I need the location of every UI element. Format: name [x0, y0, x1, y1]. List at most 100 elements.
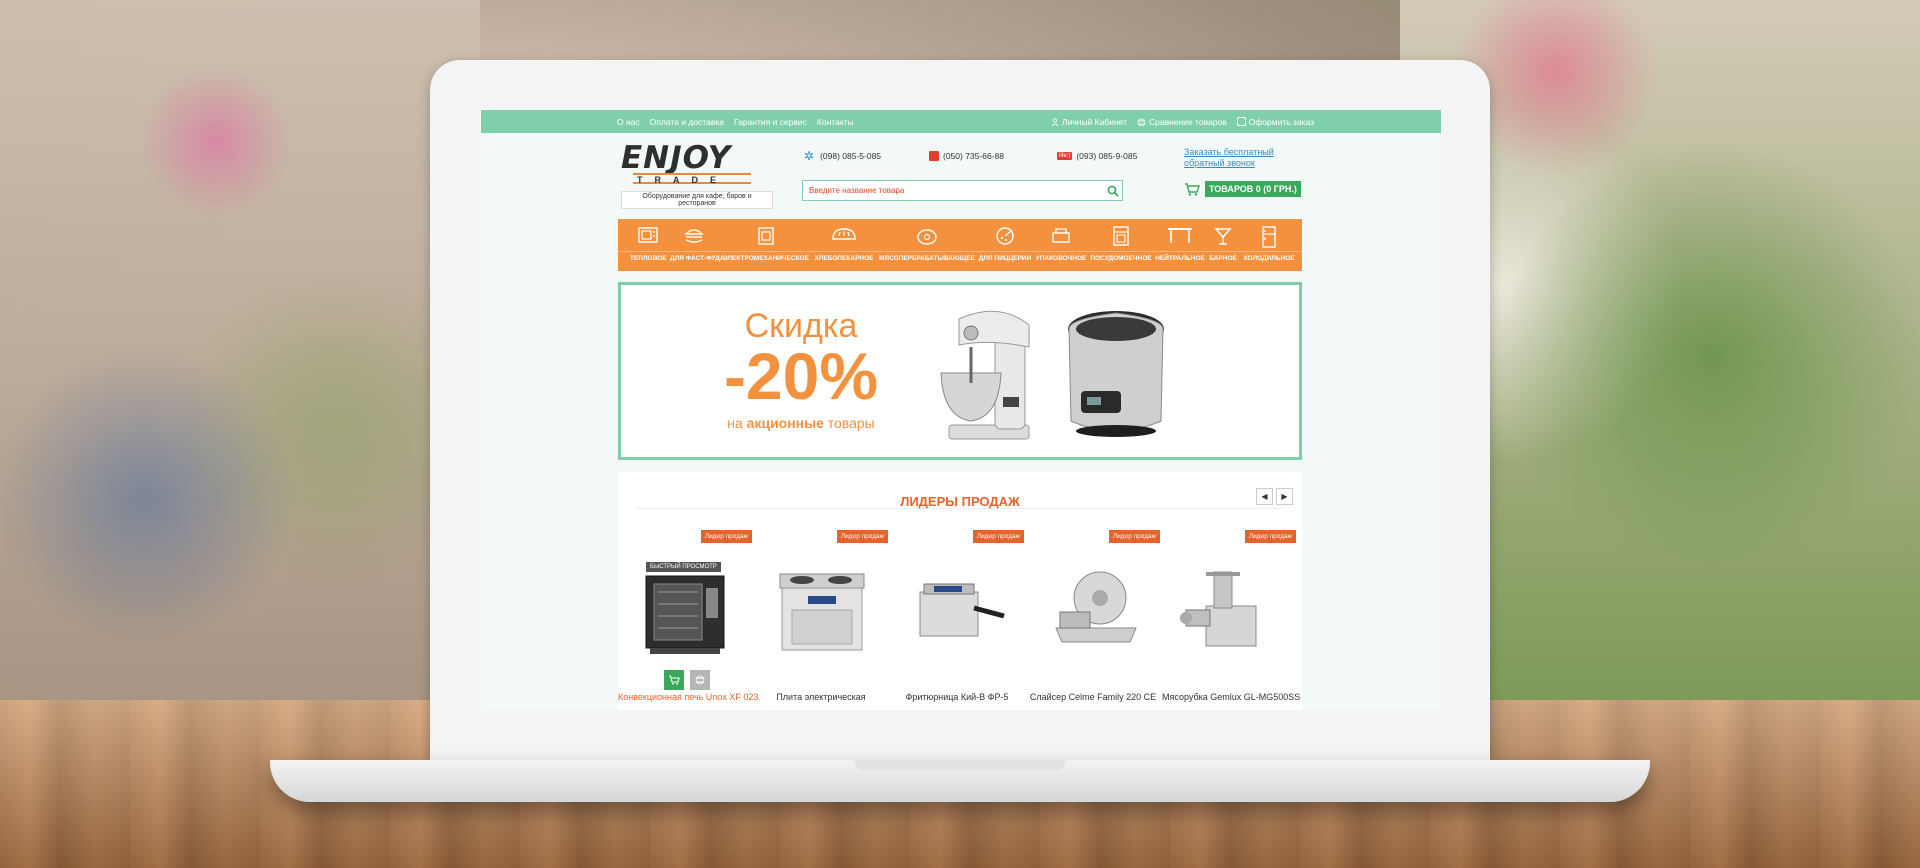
- top-nav: О нас Оплата и доставка Гарантия и серви…: [617, 117, 854, 127]
- quick-view-button[interactable]: БЫСТРЫЙ ПРОСМОТР: [646, 562, 721, 572]
- add-to-cart-button[interactable]: [664, 670, 684, 690]
- product-card[interactable]: Лидер продаж Слайсер Celme Family 220 CE: [1026, 530, 1160, 710]
- category-packing[interactable]: УПАКОВОЧНОЕ: [1034, 219, 1088, 271]
- search-box: [802, 180, 1123, 201]
- nav-link-about[interactable]: О нас: [617, 117, 640, 127]
- cart-widget[interactable]: ТОВАРОВ 0 (0 ГРН.): [1184, 181, 1301, 197]
- product-actions: [664, 670, 710, 690]
- category-label: ДЛЯ ФАСТ-ФУДА: [670, 255, 725, 262]
- product-name[interactable]: Конвекционная печь Unox XF 023: [618, 692, 758, 702]
- section-title: ЛИДЕРЫ ПРОДАЖ: [900, 494, 1020, 509]
- checkout-link-label: Оформить заказ: [1248, 116, 1315, 127]
- background-blur-left: [0, 0, 480, 710]
- laptop-notch: [855, 760, 1065, 770]
- oven-icon: [638, 227, 658, 243]
- logo-tagline: Оборудование для кафе, баров и ресторано…: [621, 191, 773, 209]
- callback-line2: обратный звонок: [1184, 158, 1255, 168]
- nav-link-warranty[interactable]: Гарантия и сервис: [734, 117, 807, 127]
- callback-link[interactable]: Заказать бесплатный обратный звонок: [1184, 147, 1274, 169]
- nav-link-contacts[interactable]: Контакты: [817, 117, 854, 127]
- life-icon: life:): [1057, 152, 1073, 160]
- banner-sub-bold: акционные: [746, 415, 824, 431]
- compare-link-label: Сравнение товаров: [1149, 116, 1227, 127]
- dishwasher-icon: [1113, 226, 1129, 246]
- category-label: ПОСУДОМОЕЧНОЕ: [1090, 255, 1152, 262]
- meat-grinder-image: [1180, 571, 1257, 647]
- pizza-icon: [996, 227, 1014, 245]
- cart-icon: [669, 675, 680, 685]
- checkout-link[interactable]: Оформить заказ: [1236, 116, 1315, 127]
- burger-icon: [684, 229, 704, 243]
- search-button[interactable]: [1104, 182, 1122, 200]
- account-link[interactable]: Личный Кабинет: [1051, 117, 1127, 127]
- logo-word-enjoy: ENJOY: [621, 140, 732, 176]
- account-link-label: Личный Кабинет: [1062, 116, 1127, 127]
- phone-number: (098) 085-5-085: [820, 151, 882, 161]
- product-card[interactable]: Лидер продаж БЫСТРЫЙ ПРОСМОТР Конвекцион…: [618, 530, 758, 710]
- product-name[interactable]: Слайсер Celme Family 220 CE: [1026, 692, 1160, 702]
- category-dishwashing[interactable]: ПОСУДОМОЕЧНОЕ: [1090, 219, 1152, 271]
- cart-summary-button[interactable]: ТОВАРОВ 0 (0 ГРН.): [1205, 181, 1301, 197]
- banner-sub-pre: на: [727, 415, 743, 431]
- site-logo[interactable]: ENJOY TRADE Оборудование для кафе, баров…: [621, 140, 773, 209]
- category-label: ЭЛЕКТРОМЕХАНИЧЕСКОЕ: [723, 255, 809, 262]
- compare-link[interactable]: Сравнение товаров: [1137, 117, 1227, 127]
- category-label: ХЛЕБОПЕКАРНОЕ: [814, 255, 874, 262]
- site-header: ENJOY TRADE Оборудование для кафе, баров…: [481, 133, 1441, 229]
- search-input[interactable]: [803, 185, 1104, 196]
- mts-icon: [929, 151, 939, 161]
- banner-subtitle: на акционные товары: [716, 415, 886, 431]
- user-icon: [1051, 117, 1059, 126]
- category-meat-processing[interactable]: МЯСОПЕРЕРАБАТЫВАЮЩЕЕ: [878, 219, 976, 271]
- nav-link-payment[interactable]: Оплата и доставка: [650, 117, 724, 127]
- category-refrigeration[interactable]: ХОЛОДИЛЬНОЕ: [1240, 219, 1298, 271]
- callback-line1: Заказать бесплатный: [1184, 147, 1274, 157]
- promo-banner[interactable]: Скидка -20% на акционные товары: [618, 282, 1302, 460]
- category-label: УПАКОВОЧНОЕ: [1035, 255, 1087, 262]
- category-thermal[interactable]: ТЕПЛОВОЕ: [630, 219, 667, 271]
- product-card[interactable]: Лидер продаж Плита электрическая: [754, 530, 888, 710]
- category-label: ДЛЯ ПИЦЦЕРИИ: [978, 255, 1032, 262]
- phone-mts[interactable]: (050) 735-66-88: [929, 151, 1057, 161]
- logo-word-trade: TRADE: [633, 173, 751, 185]
- table-icon: [1168, 228, 1192, 243]
- mixer-product-image: [940, 310, 1030, 440]
- carousel-next-button[interactable]: ▶: [1276, 488, 1293, 505]
- slicer-image: [1055, 571, 1137, 643]
- category-menu: ТЕПЛОВОЕ ДЛЯ ФАСТ-ФУДА ЭЛЕКТРОМЕХАНИЧЕСК…: [618, 219, 1302, 271]
- phone-number: (093) 085-9-085: [1076, 151, 1138, 161]
- compare-button[interactable]: [690, 670, 710, 690]
- top-bar: О нас Оплата и доставка Гарантия и серви…: [481, 110, 1441, 133]
- checkout-icon: [1236, 117, 1246, 126]
- bestseller-badge: Лидер продаж: [1244, 530, 1296, 543]
- banner-discount: -20%: [723, 339, 879, 413]
- carousel-arrows: ◀ ▶: [1256, 488, 1293, 505]
- bestseller-badge: Лидер продаж: [972, 530, 1024, 543]
- phone-kyivstar[interactable]: ✲ (098) 085-5-085: [802, 149, 929, 163]
- fridge-icon: [1262, 226, 1276, 248]
- product-card[interactable]: Лидер продаж Мясорубка Gemlux GL-MG500SS: [1162, 530, 1300, 710]
- category-label: ХОЛОДИЛЬНОЕ: [1243, 255, 1295, 262]
- category-bakery[interactable]: ХЛЕБОПЕКАРНОЕ: [814, 219, 874, 271]
- bestseller-badge: Лидер продаж: [700, 530, 752, 543]
- product-name[interactable]: Плита электрическая: [754, 692, 888, 702]
- product-name[interactable]: Мясорубка Gemlux GL-MG500SS: [1162, 692, 1300, 702]
- kyivstar-icon: ✲: [804, 149, 815, 163]
- category-electromechanical[interactable]: ЭЛЕКТРОМЕХАНИЧЕСКОЕ: [722, 219, 810, 271]
- product-name[interactable]: Фритюрница Кий-В ФР-5: [890, 692, 1024, 702]
- multicooker-product-image: [1068, 311, 1164, 437]
- banner-sub-post: товары: [827, 415, 875, 431]
- product-card[interactable]: Лидер продаж Фритюрница Кий-В ФР-5: [890, 530, 1024, 710]
- phone-life[interactable]: life:) (093) 085-9-085: [1057, 151, 1137, 161]
- bestsellers-section: ЛИДЕРЫ ПРОДАЖ ◀ ▶ Лидер продаж БЫСТРЫЙ П…: [618, 472, 1302, 710]
- category-pizzeria[interactable]: ДЛЯ ПИЦЦЕРИИ: [978, 219, 1032, 271]
- deep-fryer-image: [919, 583, 1005, 637]
- carousel-prev-button[interactable]: ◀: [1256, 488, 1273, 505]
- website-screen: О нас Оплата и доставка Гарантия и серви…: [481, 110, 1441, 710]
- search-icon: [1107, 185, 1119, 197]
- category-neutral[interactable]: НЕЙТРАЛЬНОЕ: [1154, 219, 1206, 271]
- category-fastfood[interactable]: ДЛЯ ФАСТ-ФУДА: [670, 219, 725, 271]
- cart-icon: [1185, 182, 1200, 196]
- category-bar[interactable]: БАРНОЕ: [1208, 219, 1238, 271]
- bread-icon: [832, 228, 856, 240]
